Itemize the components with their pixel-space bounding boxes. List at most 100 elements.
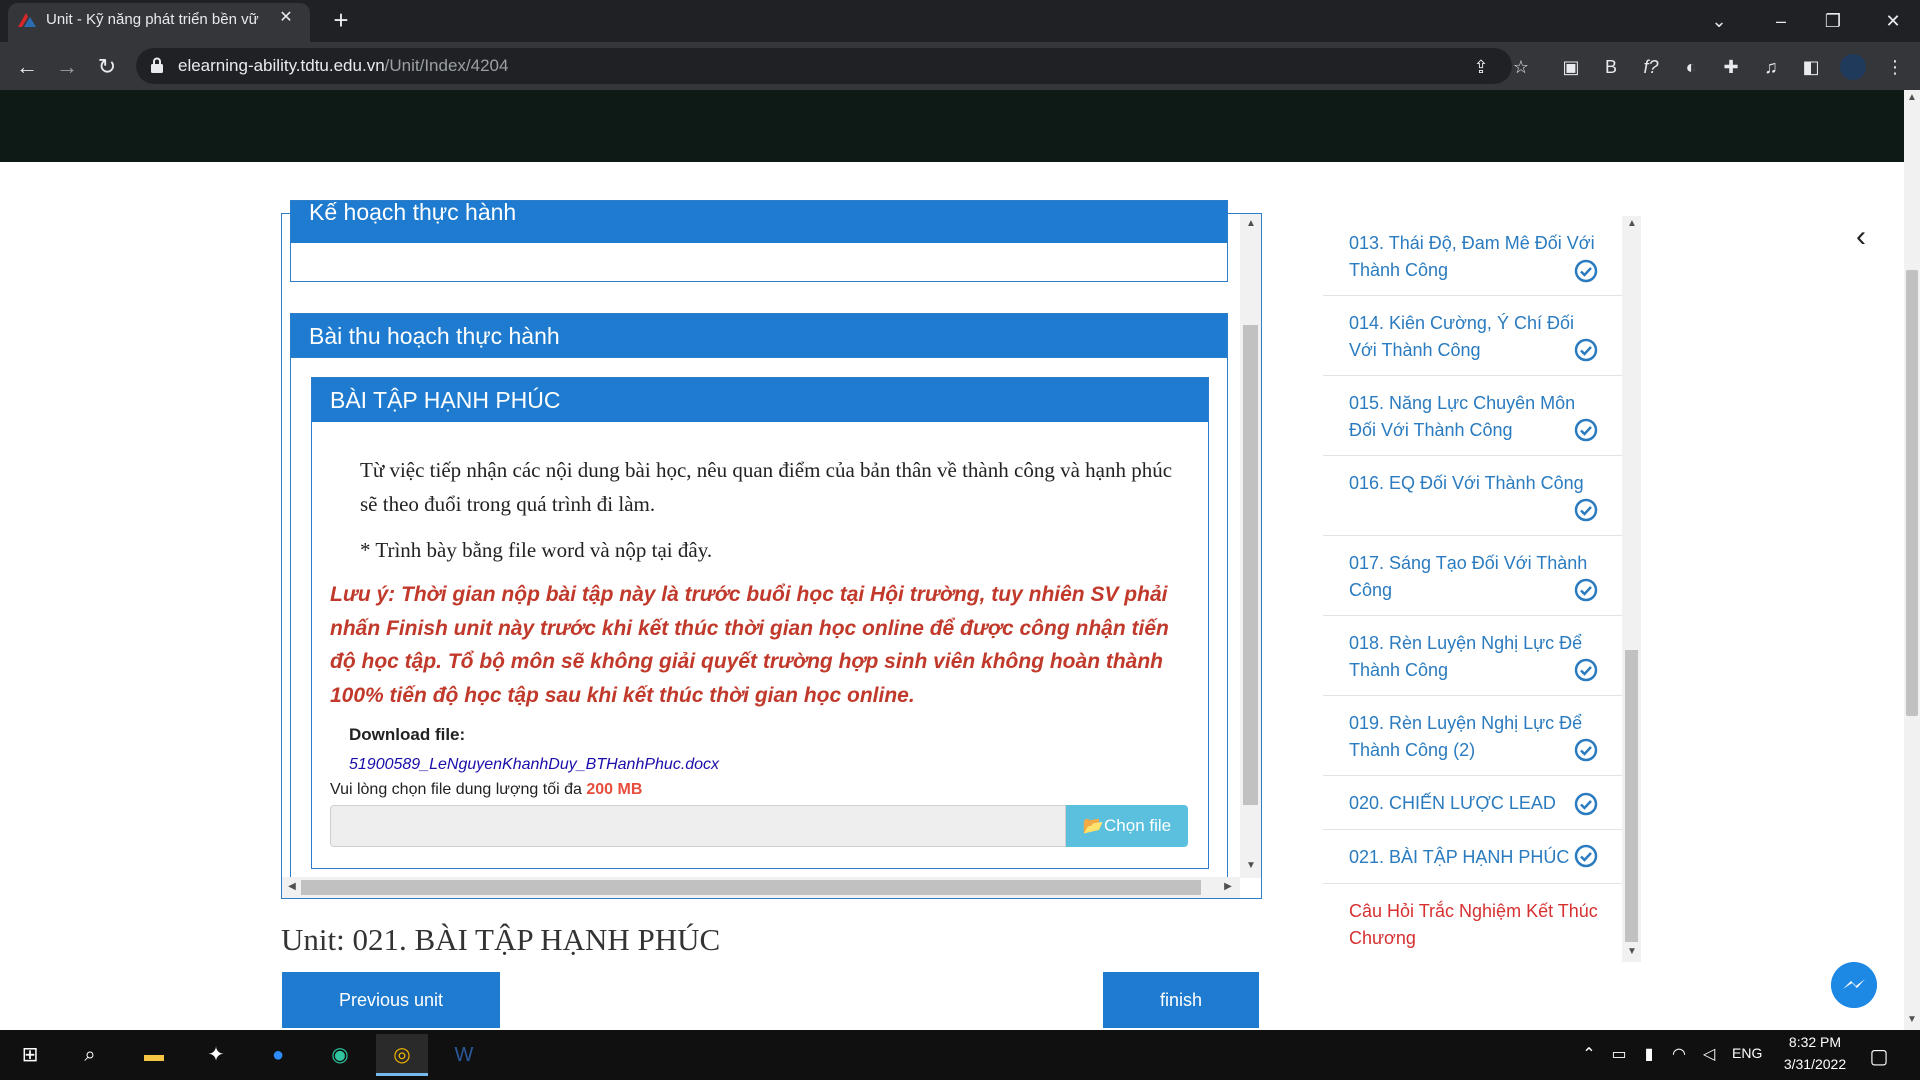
frame-scroll-up-icon[interactable]: ▲ (1243, 218, 1259, 229)
lock-icon[interactable] (150, 57, 164, 73)
previous-unit-button[interactable]: Previous unit (282, 972, 500, 1028)
url-path: /Unit/Index/4204 (384, 56, 509, 75)
check-circle-icon (1574, 738, 1598, 762)
bold-extension-icon[interactable]: B (1598, 54, 1624, 80)
menu-icon[interactable]: ⋮ (1882, 54, 1908, 80)
file-size-hint: Vui lòng chọn file dung lượng tối đa 200… (330, 781, 642, 799)
zalo-icon[interactable]: ● (252, 1034, 304, 1076)
choose-file-label: Chọn file (1104, 816, 1172, 835)
sidebar-item-018[interactable]: 018. Rèn Luyện Nghị Lực Để Thành Công (1323, 616, 1623, 696)
reload-icon[interactable]: ↻ (92, 52, 122, 82)
check-circle-icon (1574, 578, 1598, 602)
sidebar-item-label: 019. Rèn Luyện Nghị Lực Để Thành Công (2… (1349, 713, 1583, 760)
site-header (0, 90, 1904, 162)
forward-icon[interactable]: → (52, 52, 82, 82)
check-circle-icon (1574, 338, 1598, 362)
sidebar-item-016[interactable]: 016. EQ Đối Với Thành Công (1323, 456, 1623, 536)
formula-extension-icon[interactable]: f? (1638, 54, 1664, 80)
file-explorer-icon[interactable]: ▬ (128, 1034, 180, 1076)
sidebar-item-chapter-quiz[interactable]: Câu Hỏi Trắc Nghiệm Kết Thúc Chương (1323, 884, 1623, 960)
sidebar-scroll-down-icon[interactable]: ▼ (1624, 946, 1640, 957)
media-queue-icon[interactable]: ♫ (1758, 54, 1784, 80)
practice-report-title: Bài thu hoạch thực hành (291, 314, 1227, 358)
frame-scroll-left-icon[interactable]: ◀ (284, 881, 300, 892)
sidebar-item-label: 014. Kiên Cường, Ý Chí Đối Với Thành Côn… (1349, 313, 1574, 360)
site-favicon-icon (18, 13, 36, 27)
sidebar-item-label: 020. CHIẾN LƯỢC LEAD (1349, 793, 1556, 813)
minimize-button[interactable]: – (1758, 4, 1804, 38)
sidebar-item-label: Câu Hỏi Trắc Nghiệm Kết Thúc Chương (1349, 901, 1598, 948)
messenger-chat-icon[interactable] (1831, 962, 1877, 1008)
download-label: Download file: (349, 725, 466, 744)
practice-plan-panel: Kế hoạch thực hành (290, 200, 1228, 282)
assignment-warning-note: Lưu ý: Thời gian nộp bài tập này là trướ… (330, 583, 1169, 707)
new-tab-button[interactable]: + (326, 6, 356, 36)
sidebar-item-label: 017. Sáng Tạo Đối Với Thành Công (1349, 553, 1588, 600)
assignment-description: Từ việc tiếp nhận các nội dung bài học, … (360, 458, 1173, 516)
search-icon[interactable]: ⌕ (64, 1034, 116, 1076)
practice-plan-title: Kế hoạch thực hành (291, 201, 1227, 243)
file-size-hint-text: Vui lòng chọn file dung lượng tối đa (330, 781, 587, 798)
tab-title: Unit - Kỹ năng phát triển bền vữ (46, 11, 259, 28)
page-scroll-up-icon[interactable]: ▲ (1904, 92, 1920, 103)
sidebar-item-014[interactable]: 014. Kiên Cường, Ý Chí Đối Với Thành Côn… (1323, 296, 1623, 376)
choose-file-button[interactable]: 📂Chọn file (1066, 805, 1188, 847)
sidebar-item-label: 015. Năng Lực Chuyên Môn Đối Với Thành C… (1349, 393, 1576, 440)
sidebar-item-015[interactable]: 015. Năng Lực Chuyên Môn Đối Với Thành C… (1323, 376, 1623, 456)
restore-button[interactable]: ❐ (1810, 4, 1856, 38)
edge-browser-icon[interactable]: ◉ (314, 1034, 366, 1076)
check-circle-icon (1574, 498, 1598, 522)
file-size-limit: 200 MB (586, 781, 643, 798)
back-icon[interactable]: ← (12, 52, 42, 82)
check-circle-icon (1574, 658, 1598, 682)
unit-title: Unit: 021. BÀI TẬP HẠNH PHÚC (281, 922, 721, 957)
battery-icon[interactable]: ▮ (1638, 1044, 1660, 1064)
frame-scroll-right-icon[interactable]: ▶ (1220, 881, 1236, 892)
page-scrollbar-thumb[interactable] (1906, 270, 1918, 716)
sidebar-item-021[interactable]: 021. BÀI TẬP HẠNH PHÚC (1323, 830, 1623, 884)
sidebar-item-013[interactable]: 013. Thái Độ, Đam Mê Đối Với Thành Công (1323, 216, 1623, 296)
puzzle-extension-icon[interactable]: ✚ (1718, 54, 1744, 80)
sidebar-item-019[interactable]: 019. Rèn Luyện Nghị Lực Để Thành Công (2… (1323, 696, 1623, 776)
frame-vertical-scrollbar-thumb[interactable] (1243, 325, 1258, 805)
screencast-icon[interactable]: ▣ (1558, 54, 1584, 80)
clock-time[interactable]: 8:32 PM (1780, 1034, 1850, 1050)
sidebar-item-label: 013. Thái Độ, Đam Mê Đối Với Thành Công (1349, 233, 1595, 280)
folder-open-icon: 📂 (1082, 816, 1105, 835)
assignment-title: BÀI TẬP HẠNH PHÚC (312, 378, 1208, 422)
wifi-icon[interactable]: ◠ (1668, 1044, 1690, 1064)
tab-close-icon[interactable]: ✕ (276, 8, 296, 28)
check-circle-icon (1574, 418, 1598, 442)
chevron-left-icon[interactable]: ‹ (1856, 222, 1876, 252)
finish-button[interactable]: finish (1103, 972, 1259, 1028)
input-language[interactable]: ENG (1732, 1045, 1762, 1061)
file-path-input[interactable] (330, 805, 1066, 847)
sidebar-item-label: 018. Rèn Luyện Nghị Lực Để Thành Công (1349, 633, 1583, 680)
clock-date[interactable]: 3/31/2022 (1776, 1056, 1854, 1072)
windows-start-icon[interactable]: ⊞ (4, 1034, 56, 1076)
star-icon[interactable]: ☆ (1508, 54, 1534, 80)
profile-avatar-icon[interactable] (1840, 54, 1866, 80)
side-panel-icon[interactable]: ◧ (1798, 54, 1824, 80)
game-app-icon[interactable]: ✦ (190, 1034, 242, 1076)
assignment-instruction: * Trình bày bằng file word và nộp tại đâ… (360, 538, 713, 562)
word-app-icon[interactable]: W (438, 1034, 490, 1076)
color-extension-icon[interactable]: ◐ (1678, 54, 1704, 80)
frame-scroll-down-icon[interactable]: ▼ (1243, 860, 1259, 871)
close-window-button[interactable]: ✕ (1870, 4, 1916, 38)
sidebar-item-020[interactable]: 020. CHIẾN LƯỢC LEAD (1323, 776, 1623, 830)
notifications-icon[interactable]: ▢ (1868, 1044, 1890, 1069)
tab-search-icon[interactable]: ⌄ (1696, 4, 1742, 38)
sidebar-scrollbar-thumb[interactable] (1625, 650, 1638, 942)
speaker-muted-icon[interactable]: ◁ (1698, 1044, 1720, 1064)
sidebar-scroll-up-icon[interactable]: ▲ (1624, 218, 1640, 229)
download-file-link[interactable]: 51900589_LeNguyenKhanhDuy_BTHanhPhuc.doc… (349, 756, 719, 774)
page-scroll-down-icon[interactable]: ▼ (1904, 1014, 1920, 1025)
sidebar-item-017[interactable]: 017. Sáng Tạo Đối Với Thành Công (1323, 536, 1623, 616)
chrome-browser-icon[interactable]: ◎ (376, 1034, 428, 1076)
tray-overflow-icon[interactable]: ⌃ (1578, 1044, 1600, 1064)
share-icon[interactable]: ⇪ (1468, 54, 1494, 80)
check-circle-icon (1574, 259, 1598, 283)
frame-horizontal-scrollbar-thumb[interactable] (301, 880, 1201, 895)
meet-now-icon[interactable]: ▭ (1608, 1044, 1630, 1064)
